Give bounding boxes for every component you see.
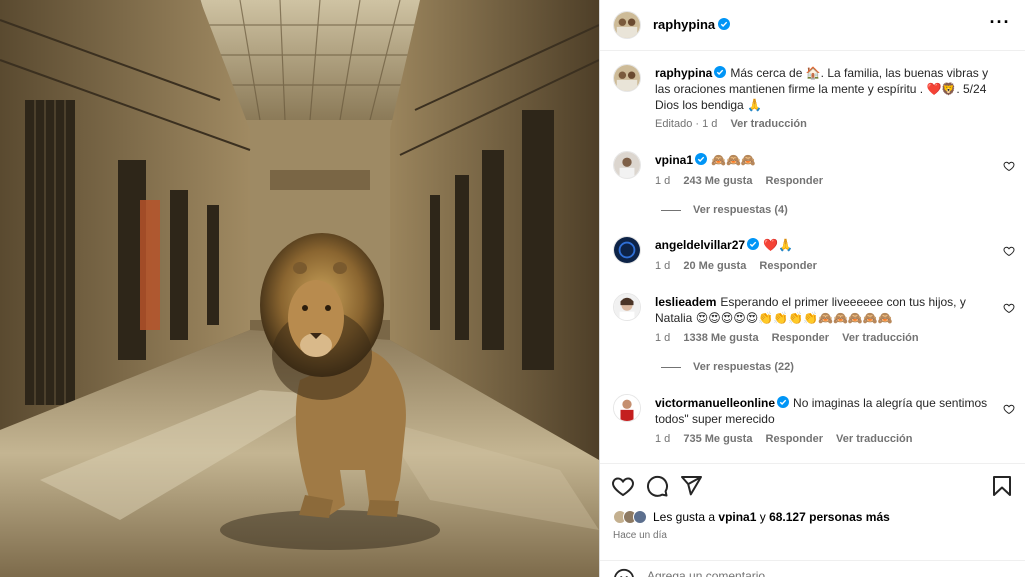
reply-button[interactable]: Responder: [766, 433, 823, 445]
reply-button[interactable]: Responder: [759, 260, 816, 272]
comment-username[interactable]: leslieadem: [655, 295, 716, 309]
post-image[interactable]: [0, 0, 599, 577]
bookmark-icon[interactable]: [990, 474, 1014, 498]
heart-icon[interactable]: [1003, 245, 1015, 257]
reply-button[interactable]: Responder: [766, 175, 823, 187]
avatar[interactable]: [613, 293, 641, 321]
comment-time: 1 d: [655, 260, 671, 272]
comment-likes[interactable]: 243 Me gusta: [683, 175, 752, 187]
verified-icon: [747, 238, 760, 250]
avatar[interactable]: [613, 11, 641, 39]
heart-icon[interactable]: [611, 474, 635, 498]
heart-icon[interactable]: [1003, 160, 1015, 172]
comment-icon[interactable]: [645, 474, 669, 498]
caption-edited: Editado · 1 d: [655, 118, 718, 130]
post-timestamp: Hace un día: [613, 530, 667, 541]
reply-button[interactable]: Responder: [772, 332, 829, 344]
comment-time: 1 d: [655, 332, 671, 344]
comment-likes[interactable]: 1338 Me gusta: [683, 332, 758, 344]
translate-link[interactable]: Ver traducción: [842, 332, 918, 344]
comment-time: 1 d: [655, 175, 671, 187]
avatar: [633, 510, 647, 524]
likes-middle: y: [756, 510, 770, 524]
comment-time: 1 d: [655, 433, 671, 445]
comment-text: ❤️🙏: [763, 238, 793, 252]
post-author-name[interactable]: raphypina: [653, 17, 715, 32]
post-author[interactable]: raphypina: [653, 17, 731, 32]
likes-prefix: Les gusta a: [653, 510, 719, 524]
verified-icon: [718, 18, 731, 30]
smile-icon[interactable]: [613, 568, 635, 577]
caption-username[interactable]: raphypina: [655, 66, 712, 80]
avatar[interactable]: [613, 236, 641, 264]
verified-icon: [714, 66, 727, 78]
comment-username[interactable]: angeldelvillar27: [655, 238, 745, 252]
comment-likes[interactable]: 735 Me gusta: [683, 433, 752, 445]
add-comment-input[interactable]: Agrega un comentario...: [647, 569, 775, 577]
heart-icon[interactable]: [1003, 403, 1015, 415]
verified-icon: [695, 153, 708, 165]
comment-username[interactable]: victormanuelleonline: [655, 396, 775, 410]
verified-icon: [777, 396, 790, 408]
post-header: raphypina ···: [600, 0, 1025, 51]
likes-user[interactable]: vpina1: [718, 510, 756, 524]
comments-list[interactable]: raphypina Más cerca de 🏠. La familia, las…: [600, 51, 1025, 463]
heart-icon[interactable]: [1003, 302, 1015, 314]
share-icon[interactable]: [679, 474, 703, 498]
comment-text: 🙈🙈🙈: [711, 153, 756, 167]
likes-summary[interactable]: Les gusta a vpina1 y 68.127 personas más: [613, 510, 890, 524]
avatar[interactable]: [613, 394, 641, 422]
view-replies-button[interactable]: Ver respuestas (4): [661, 204, 788, 216]
comment-username[interactable]: vpina1: [655, 153, 693, 167]
comment-likes[interactable]: 20 Me gusta: [683, 260, 746, 272]
avatar[interactable]: [613, 151, 641, 179]
translate-link[interactable]: Ver traducción: [836, 433, 912, 445]
post-sidebar: raphypina ··· raphypina Más cerca de 🏠. L…: [600, 0, 1025, 577]
avatar[interactable]: [613, 64, 641, 92]
more-horizontal-icon[interactable]: ···: [989, 13, 1011, 35]
post-actions: Les gusta a vpina1 y 68.127 personas más…: [600, 463, 1025, 577]
add-comment-bar[interactable]: Agrega un comentario...: [600, 560, 1025, 577]
caption-translate-link[interactable]: Ver traducción: [730, 118, 806, 130]
view-replies-button[interactable]: Ver respuestas (22): [661, 361, 794, 373]
likes-count[interactable]: 68.127 personas más: [769, 510, 890, 524]
lion-in-prison-artwork: [0, 0, 599, 577]
